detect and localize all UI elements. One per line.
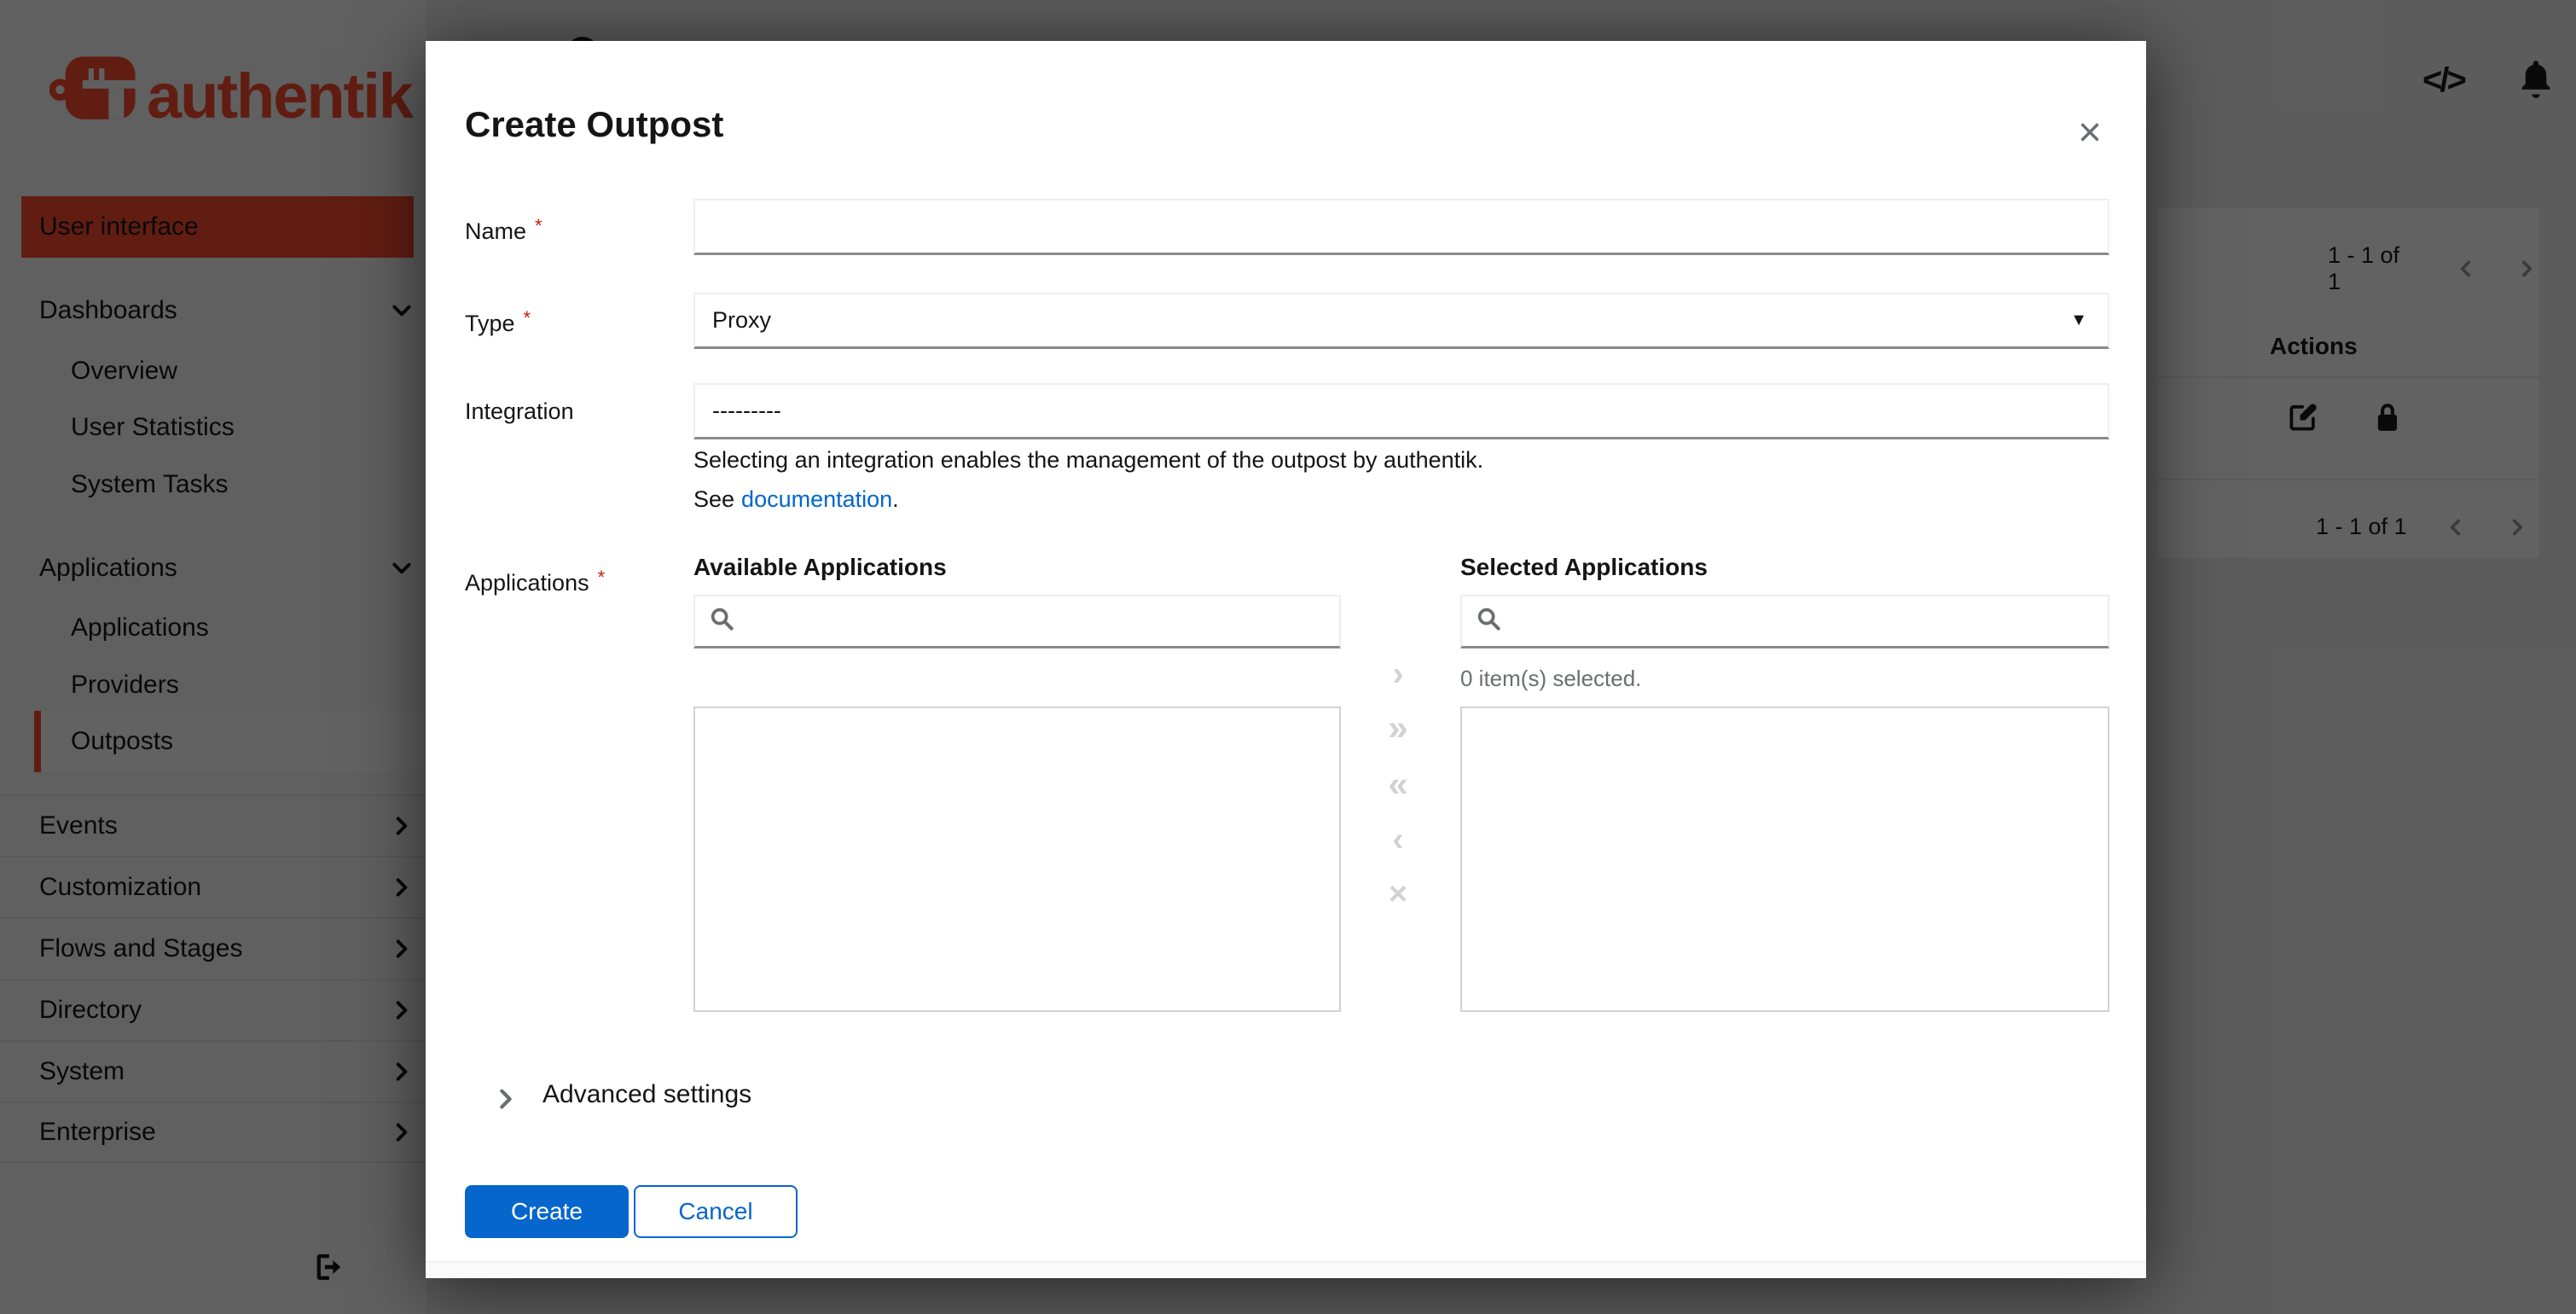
clear-selection-icon[interactable]: × bbox=[1379, 875, 1417, 913]
search-icon bbox=[1476, 606, 1503, 637]
required-marker: * bbox=[597, 567, 606, 588]
select-caret-icon: ▼ bbox=[2070, 311, 2087, 329]
available-search[interactable] bbox=[693, 595, 1341, 648]
required-marker: * bbox=[523, 307, 531, 328]
cancel-button[interactable]: Cancel bbox=[634, 1185, 798, 1238]
type-label: Type * bbox=[465, 307, 531, 336]
close-icon[interactable]: × bbox=[2078, 113, 2102, 154]
integration-help-doc: See documentation. bbox=[693, 486, 899, 512]
selected-search-input[interactable] bbox=[1515, 598, 2094, 644]
selected-applications-title: Selected Applications bbox=[1460, 554, 1708, 580]
modal-footer bbox=[426, 1261, 2146, 1278]
documentation-link[interactable]: documentation bbox=[741, 486, 892, 512]
selected-search[interactable] bbox=[1460, 595, 2109, 648]
move-all-left-icon[interactable]: « bbox=[1379, 764, 1417, 804]
advanced-settings-toggle[interactable]: Advanced settings bbox=[542, 1080, 751, 1109]
search-icon bbox=[709, 606, 736, 637]
available-applications-title: Available Applications bbox=[693, 554, 947, 580]
type-select-value: Proxy bbox=[712, 307, 772, 333]
move-selected-left-icon[interactable]: ‹ bbox=[1379, 821, 1417, 858]
name-label: Name * bbox=[465, 215, 542, 244]
integration-select-value: --------- bbox=[712, 398, 781, 423]
available-applications-list[interactable] bbox=[693, 706, 1341, 1012]
integration-select[interactable]: --------- bbox=[693, 383, 2109, 439]
integration-label: Integration bbox=[465, 398, 574, 424]
chevron-right-icon[interactable] bbox=[494, 1087, 518, 1111]
applications-label: Applications * bbox=[465, 567, 606, 596]
modal-title: Create Outpost bbox=[465, 104, 724, 144]
available-search-input[interactable] bbox=[748, 598, 1326, 644]
move-all-right-icon[interactable]: » bbox=[1379, 707, 1417, 747]
name-field[interactable] bbox=[693, 199, 2109, 255]
required-marker: * bbox=[535, 215, 542, 236]
selected-count-status: 0 item(s) selected. bbox=[1460, 666, 1642, 691]
type-select[interactable]: Proxy ▼ bbox=[693, 293, 2109, 349]
create-button[interactable]: Create bbox=[465, 1185, 629, 1238]
move-selected-right-icon[interactable]: › bbox=[1379, 655, 1417, 693]
integration-help-text: Selecting an integration enables the man… bbox=[693, 447, 1484, 473]
screen: authentik User interface Dashboards Over… bbox=[0, 0, 2576, 1314]
selected-applications-list[interactable] bbox=[1460, 706, 2109, 1012]
create-outpost-modal: Create Outpost × Name * Type * Proxy ▼ Int… bbox=[426, 41, 2146, 1278]
